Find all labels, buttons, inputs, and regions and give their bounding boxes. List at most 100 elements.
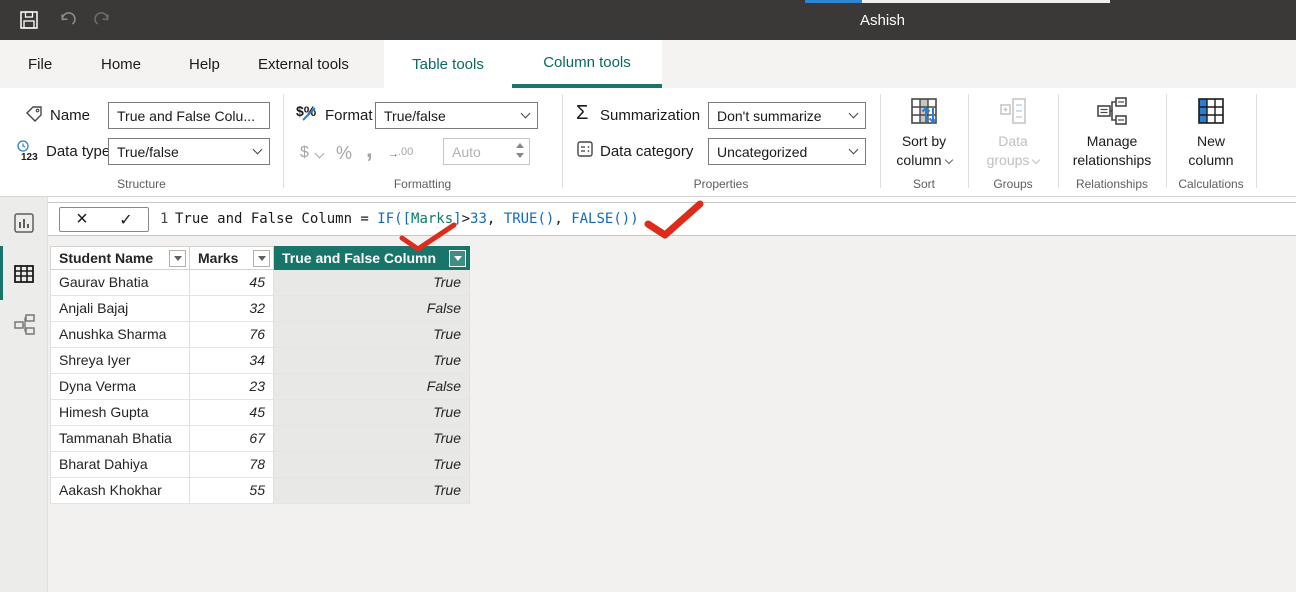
table-row: Tammanah Bhatia 67 True: [50, 426, 470, 452]
table-row: Shreya Iyer 34 True: [50, 348, 470, 374]
percent-icon[interactable]: %: [336, 143, 352, 164]
redo-icon[interactable]: [94, 11, 112, 29]
cell-marks[interactable]: 55: [190, 478, 274, 504]
manage-relationships-button[interactable]: Manage relationships: [1058, 92, 1166, 180]
formatting-group-label: Formatting: [283, 177, 562, 191]
format-select[interactable]: True/false: [375, 102, 538, 129]
table-body: Gaurav Bhatia 45 True Anjali Bajaj 32 Fa…: [50, 270, 470, 504]
thousands-separator-icon[interactable]: ,: [366, 136, 373, 164]
cell-true-false[interactable]: False: [274, 296, 470, 322]
spinner-value: Auto: [452, 144, 481, 160]
spin-down-icon[interactable]: [516, 153, 524, 158]
svg-text:123: 123: [21, 152, 38, 163]
chevron-down-icon: [1032, 156, 1040, 164]
tab-table-tools[interactable]: Table tools: [384, 40, 512, 88]
data-category-icon: [576, 140, 594, 158]
cell-marks[interactable]: 78: [190, 452, 274, 478]
decimal-places-spinner[interactable]: Auto: [443, 138, 530, 165]
cell-student-name[interactable]: Dyna Verma: [50, 374, 190, 400]
format-label: Format: [325, 107, 373, 124]
cell-true-false[interactable]: True: [274, 348, 470, 374]
cell-true-false[interactable]: True: [274, 322, 470, 348]
cell-marks[interactable]: 32: [190, 296, 274, 322]
data-view-icon[interactable]: [13, 263, 35, 285]
tab-external-tools[interactable]: External tools: [258, 40, 349, 88]
column-header-true-false[interactable]: True and False Column: [274, 246, 470, 270]
table-row: Anushka Sharma 76 True: [50, 322, 470, 348]
column-name-input[interactable]: True and False Colu...: [108, 102, 270, 129]
format-pencil-icon: [300, 106, 318, 122]
spinner-arrows[interactable]: [516, 143, 524, 158]
cell-true-false[interactable]: True: [274, 400, 470, 426]
datatype-select[interactable]: True/false: [108, 138, 270, 165]
tab-help[interactable]: Help: [189, 40, 220, 88]
new-column-line1: New: [1197, 133, 1225, 149]
decimal-places-icon[interactable]: .00: [398, 146, 413, 158]
group-separator: [283, 94, 284, 188]
data-groups-button: Data groups: [968, 92, 1058, 180]
filter-dropdown-button[interactable]: [449, 250, 466, 267]
chevron-down-icon: [849, 145, 859, 155]
title-bar: Ashish: [0, 0, 1296, 40]
cell-student-name[interactable]: Tammanah Bhatia: [50, 426, 190, 452]
cell-student-name[interactable]: Bharat Dahiya: [50, 452, 190, 478]
signed-in-user[interactable]: Ashish: [860, 12, 905, 29]
datatype-value: True/false: [117, 144, 179, 160]
cell-student-name[interactable]: Anushka Sharma: [50, 322, 190, 348]
cell-marks[interactable]: 23: [190, 374, 274, 400]
relationships-button-line2: relationships: [1073, 152, 1152, 168]
tab-column-tools[interactable]: Column tools: [512, 40, 662, 88]
chevron-down-icon: [849, 109, 859, 119]
column-header-marks[interactable]: Marks: [190, 246, 274, 270]
spin-up-icon[interactable]: [516, 143, 524, 148]
category-label: Data category: [600, 143, 693, 160]
category-select[interactable]: Uncategorized: [708, 138, 866, 165]
table-row: Himesh Gupta 45 True: [50, 400, 470, 426]
undo-icon[interactable]: [58, 11, 76, 29]
sort-by-column-button[interactable]: Sort by column: [880, 92, 968, 180]
calculations-group-label: Calculations: [1166, 177, 1256, 191]
save-icon[interactable]: [20, 11, 38, 29]
report-view-icon[interactable]: [13, 212, 35, 234]
cell-true-false[interactable]: True: [274, 426, 470, 452]
cell-marks[interactable]: 34: [190, 348, 274, 374]
ribbon: Name True and False Colu... 123 Data typ…: [0, 88, 1296, 197]
tab-file[interactable]: File: [28, 40, 52, 88]
formula-commit-controls: × ✓: [59, 207, 149, 232]
currency-chevron-icon[interactable]: [315, 149, 325, 159]
cell-true-false[interactable]: False: [274, 374, 470, 400]
filter-dropdown-button[interactable]: [253, 250, 270, 267]
sort-button-line2: column: [896, 152, 941, 168]
properties-group-label: Properties: [562, 177, 880, 191]
summarization-select[interactable]: Don't summarize: [708, 102, 866, 129]
cell-true-false[interactable]: True: [274, 270, 470, 296]
currency-icon[interactable]: $: [300, 144, 309, 162]
new-column-button[interactable]: New column: [1166, 92, 1256, 180]
video-progress-bar: [805, 0, 1110, 3]
cell-marks[interactable]: 67: [190, 426, 274, 452]
cell-student-name[interactable]: Aakash Khokhar: [50, 478, 190, 504]
cell-true-false[interactable]: True: [274, 452, 470, 478]
formula-text[interactable]: True and False Column = IF([Marks]>33, T…: [175, 211, 639, 227]
cell-marks[interactable]: 45: [190, 400, 274, 426]
summarization-value: Don't summarize: [717, 108, 822, 124]
sort-by-column-icon: [909, 96, 939, 126]
cell-student-name[interactable]: Gaurav Bhatia: [50, 270, 190, 296]
commit-formula-icon[interactable]: ✓: [104, 208, 148, 231]
cell-true-false[interactable]: True: [274, 478, 470, 504]
view-sidebar: [0, 197, 48, 592]
chevron-down-icon: [253, 145, 263, 155]
cell-student-name[interactable]: Himesh Gupta: [50, 400, 190, 426]
cell-student-name[interactable]: Shreya Iyer: [50, 348, 190, 374]
header-label: Marks: [198, 250, 238, 266]
model-view-icon[interactable]: [13, 313, 37, 337]
tab-home[interactable]: Home: [101, 40, 141, 88]
table-row: Dyna Verma 23 False: [50, 374, 470, 400]
cell-marks[interactable]: 45: [190, 270, 274, 296]
formula-line-number: 1: [160, 211, 168, 227]
cancel-formula-icon[interactable]: ×: [60, 208, 104, 231]
cell-marks[interactable]: 76: [190, 322, 274, 348]
cell-student-name[interactable]: Anjali Bajaj: [50, 296, 190, 322]
column-header-student-name[interactable]: Student Name: [50, 246, 190, 270]
filter-dropdown-button[interactable]: [169, 250, 186, 267]
